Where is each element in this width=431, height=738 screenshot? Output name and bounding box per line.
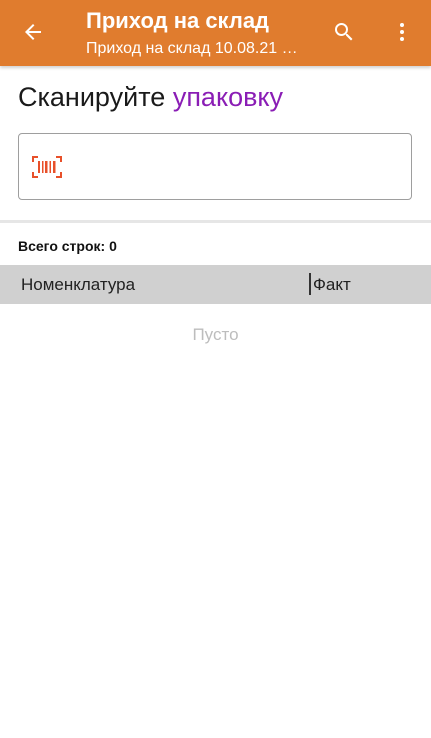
back-button[interactable] (10, 9, 56, 55)
column-separator[interactable] (309, 273, 311, 295)
divider (0, 220, 431, 223)
empty-state-label: Пусто (192, 325, 239, 344)
more-vert-icon (400, 23, 404, 41)
arrow-back-icon (25, 24, 41, 40)
page-subtitle: Приход на склад 10.08.21 … (86, 40, 298, 57)
search-icon (335, 23, 353, 41)
column-header-nomenclature[interactable]: Номенклатура (21, 275, 135, 295)
page-title: Приход на склад (86, 8, 270, 33)
scan-prompt-target: упаковку (172, 82, 284, 112)
title-block: Приход на склад Приход на склад 10.08.21… (86, 0, 322, 66)
scan-prompt-text: Сканируйте (18, 82, 166, 112)
search-button[interactable] (322, 10, 366, 54)
table-header: Номенклатура Факт (0, 265, 431, 304)
scan-prompt: Сканируйте упаковку (18, 82, 283, 113)
total-rows-label: Всего строк: 0 (18, 238, 117, 254)
overflow-menu-button[interactable] (380, 10, 424, 54)
column-header-fact[interactable]: Факт (313, 275, 351, 295)
app-bar: Приход на склад Приход на склад 10.08.21… (0, 0, 431, 66)
barcode-icon (32, 156, 62, 178)
barcode-scan-field[interactable] (18, 133, 412, 200)
